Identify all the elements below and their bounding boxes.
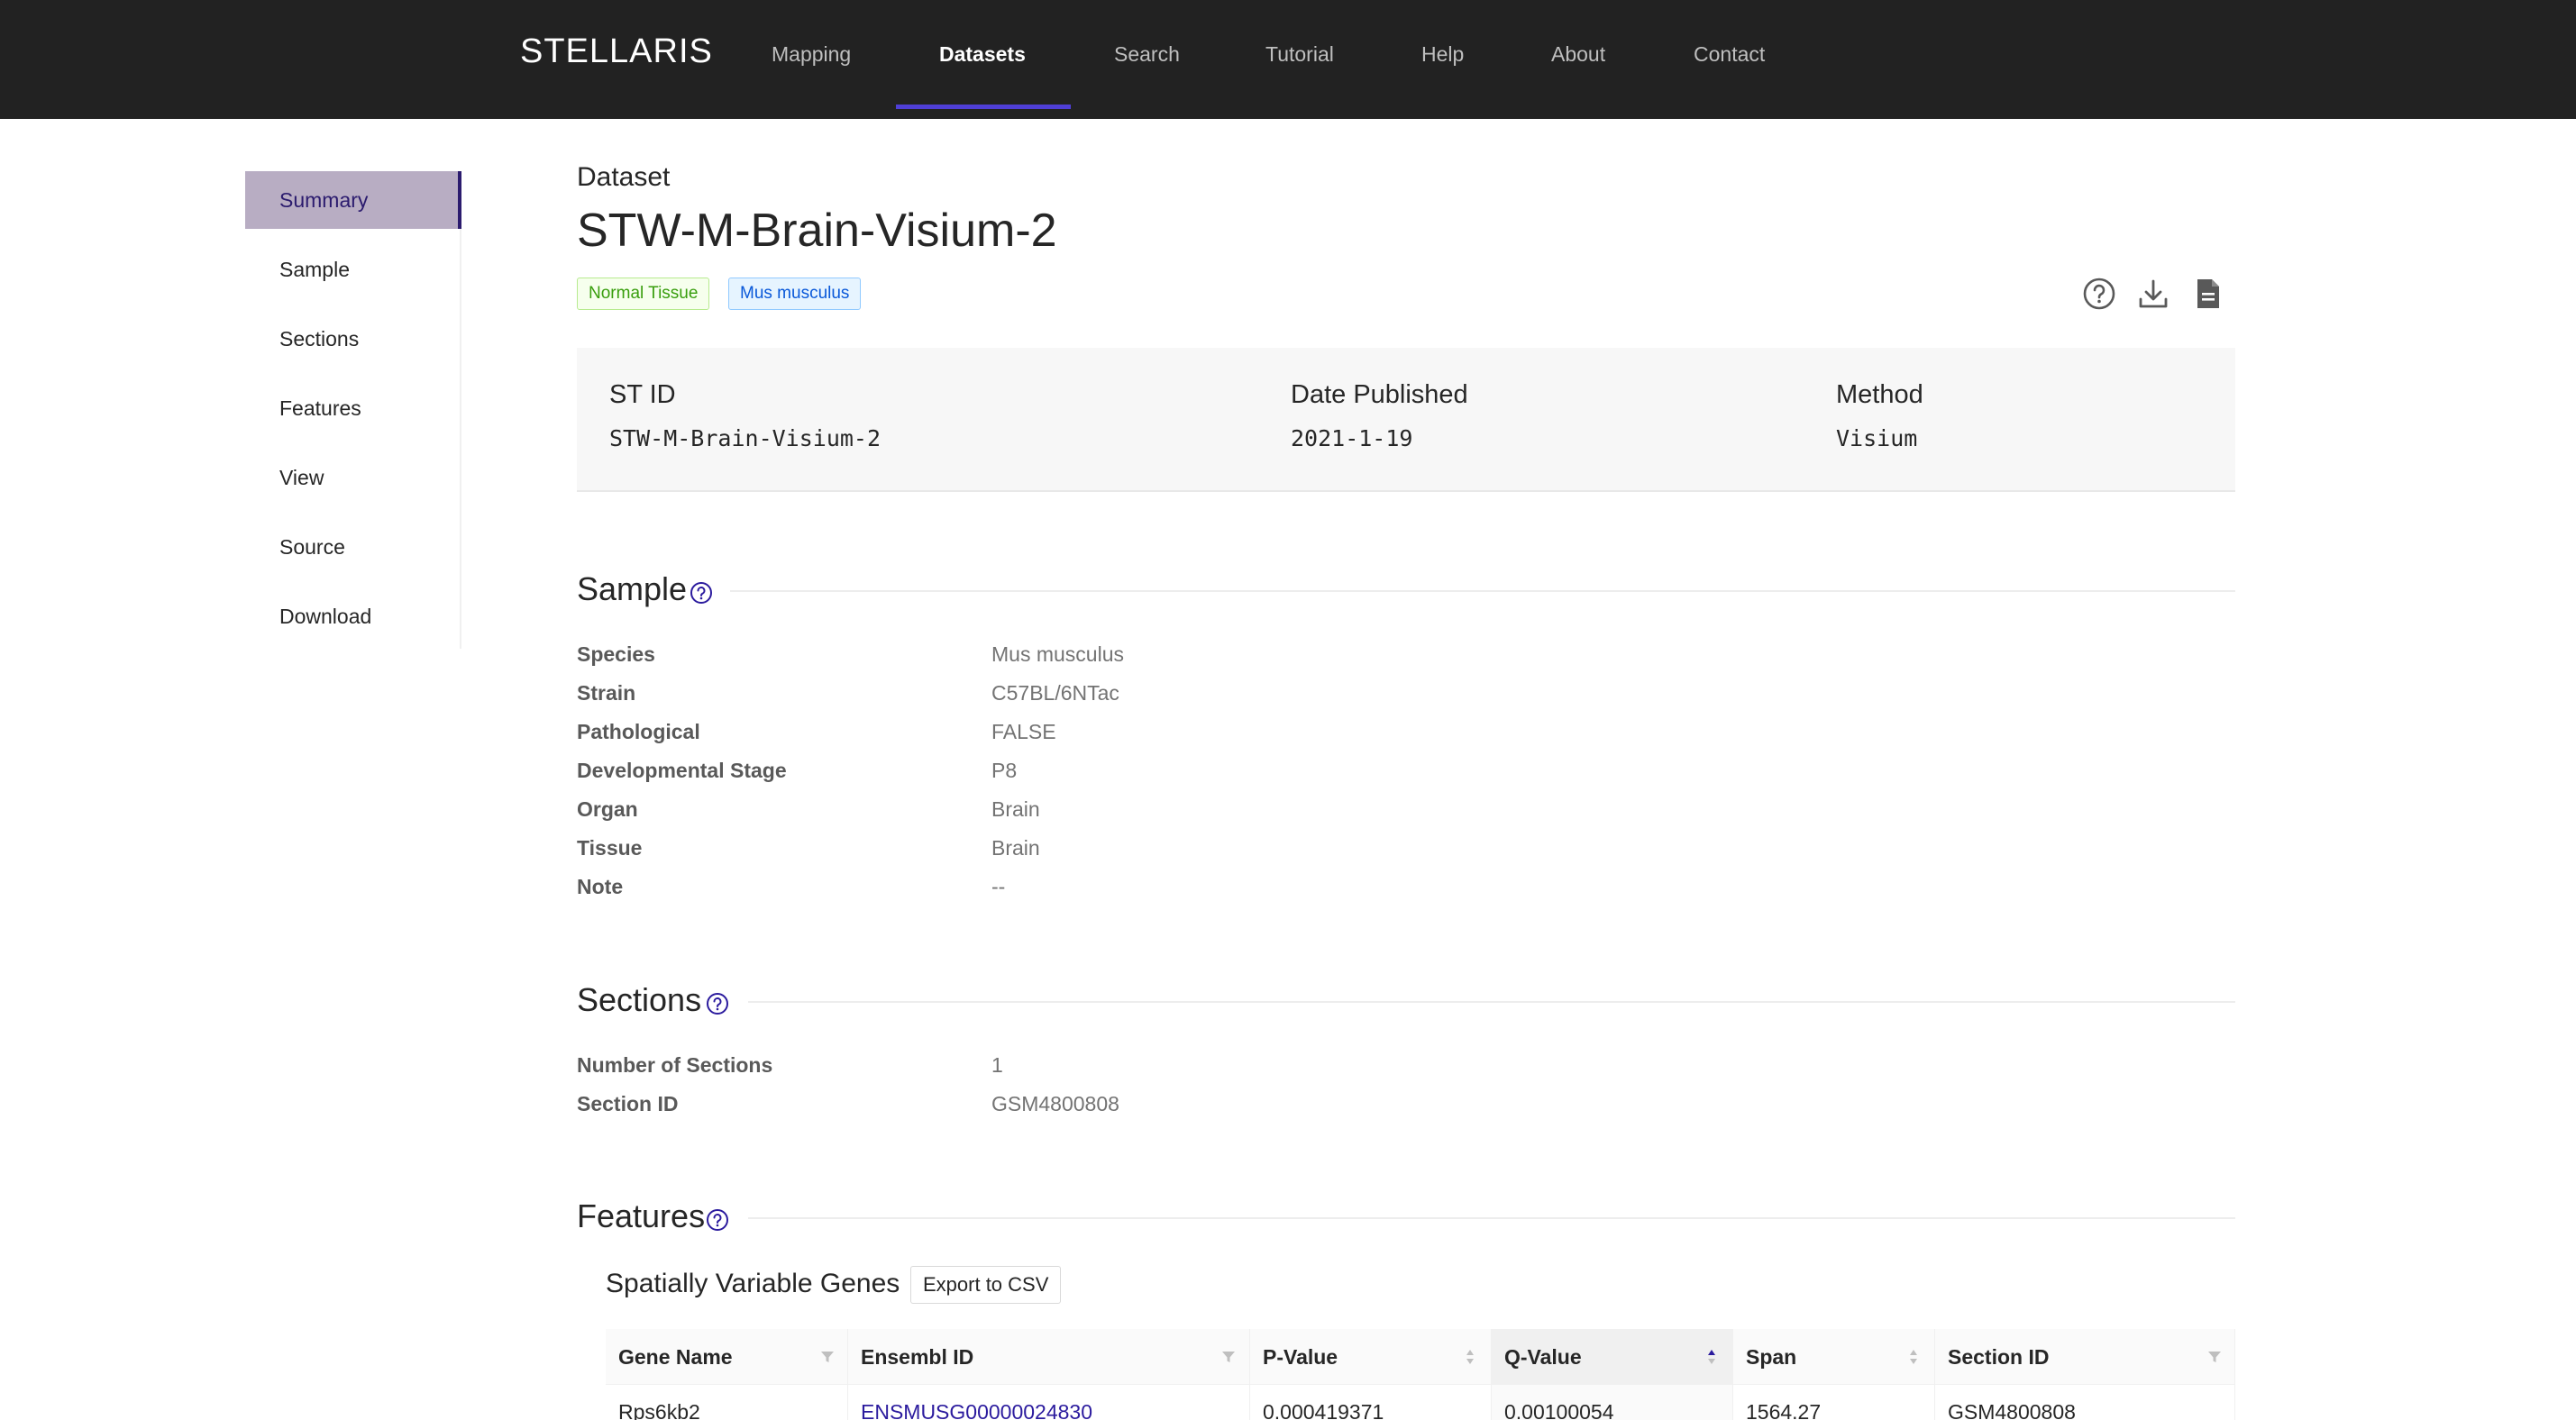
sidebar-item-download[interactable]: Download	[245, 587, 461, 645]
method-label: Method	[1836, 380, 1923, 409]
sort-icon[interactable]	[1905, 1348, 1923, 1366]
date-published-label: Date Published	[1291, 380, 1468, 409]
table-cell-gene-name: Rps6kb2	[606, 1385, 848, 1420]
column-header-section-id[interactable]: Section ID	[1935, 1329, 2235, 1385]
sample-value: Mus musculus	[991, 642, 1124, 666]
file-text-icon[interactable]	[2188, 274, 2228, 314]
sections-heading: Sections	[577, 981, 702, 1018]
date-published-value: 2021-1-19	[1291, 425, 1413, 451]
page-title: STW-M-Brain-Visium-2	[577, 205, 1057, 257]
sample-label: Pathological	[577, 720, 700, 743]
method-value: Visium	[1836, 425, 1918, 451]
sidebar-item-sections[interactable]: Sections	[245, 310, 461, 368]
column-header-q-value[interactable]: Q-Value	[1492, 1329, 1733, 1385]
sidebar-item-summary[interactable]: Summary	[245, 171, 461, 229]
nav-item-about[interactable]: About	[1551, 0, 1605, 119]
side-menu: Summary Sample Sections Features View So…	[245, 171, 461, 649]
sample-label: Developmental Stage	[577, 759, 787, 782]
sample-value: C57BL/6NTac	[991, 681, 1119, 705]
nav-active-indicator	[896, 105, 1071, 109]
sample-value: Brain	[991, 836, 1040, 860]
features-divider	[748, 1217, 2235, 1219]
filter-icon[interactable]	[1219, 1348, 1238, 1366]
filter-icon[interactable]	[2206, 1348, 2224, 1366]
section-id-value: GSM4800808	[991, 1092, 1119, 1115]
section-count-value: 1	[991, 1053, 1003, 1077]
tag-species: Mus musculus	[728, 278, 862, 310]
svg-table-title: Spatially Variable Genes	[606, 1269, 900, 1298]
sort-ascending-icon[interactable]	[1703, 1348, 1721, 1366]
app-logo[interactable]: STELLARIS	[520, 32, 713, 71]
nav-item-contact[interactable]: Contact	[1694, 0, 1765, 119]
nav-item-mapping[interactable]: Mapping	[772, 0, 851, 119]
st-id-value: STW-M-Brain-Visium-2	[609, 425, 882, 451]
sample-label: Organ	[577, 797, 638, 821]
sidebar-item-sample[interactable]: Sample	[245, 241, 461, 298]
section-id-label: Section ID	[577, 1092, 679, 1115]
column-header-gene-name[interactable]: Gene Name	[606, 1329, 848, 1385]
sort-icon[interactable]	[1461, 1348, 1479, 1366]
sample-label: Note	[577, 875, 624, 898]
question-circle-icon[interactable]	[2079, 274, 2119, 314]
sample-label: Tissue	[577, 836, 643, 860]
st-id-label: ST ID	[609, 380, 676, 409]
sections-help-icon[interactable]	[705, 991, 730, 1016]
sample-value: Brain	[991, 797, 1040, 821]
sample-value: FALSE	[991, 720, 1056, 743]
sidebar-item-source[interactable]: Source	[245, 518, 461, 576]
column-header-p-value[interactable]: P-Value	[1250, 1329, 1492, 1385]
dataset-info-card: ST ID STW-M-Brain-Visium-2 Date Publishe…	[577, 348, 2235, 492]
sample-value: P8	[991, 759, 1018, 782]
sidebar-item-features[interactable]: Features	[245, 379, 461, 437]
sample-label: Strain	[577, 681, 636, 705]
table-cell-section-id: GSM4800808	[1935, 1385, 2235, 1420]
features-heading: Features	[577, 1197, 706, 1234]
download-icon[interactable]	[2133, 274, 2173, 314]
sample-help-icon[interactable]	[689, 580, 714, 605]
sample-divider	[730, 590, 2235, 592]
top-navbar: STELLARIS Mapping Datasets Search Tutori…	[0, 0, 2576, 119]
nav-item-datasets[interactable]: Datasets	[939, 0, 1026, 119]
page-kicker: Dataset	[577, 162, 671, 192]
section-count-label: Number of Sections	[577, 1053, 773, 1077]
features-help-icon[interactable]	[705, 1207, 730, 1233]
nav-item-search[interactable]: Search	[1114, 0, 1180, 119]
sections-divider	[748, 1001, 2235, 1003]
table-cell-span: 1564.27	[1733, 1385, 1935, 1420]
sample-heading: Sample	[577, 570, 688, 607]
tag-normal-tissue: Normal Tissue	[577, 278, 710, 310]
ensembl-id-link[interactable]: ENSMUSG00000024830	[861, 1400, 1092, 1420]
sidebar-item-view[interactable]: View	[245, 449, 461, 506]
table-cell-p-value: 0.000419371	[1250, 1385, 1492, 1420]
nav-item-help[interactable]: Help	[1421, 0, 1464, 119]
sample-label: Species	[577, 642, 655, 666]
filter-icon[interactable]	[818, 1348, 836, 1366]
nav-item-tutorial[interactable]: Tutorial	[1265, 0, 1334, 119]
column-header-span[interactable]: Span	[1733, 1329, 1935, 1385]
table-cell-ensembl-id: ENSMUSG00000024830	[848, 1385, 1250, 1420]
sample-value: --	[991, 875, 1006, 898]
column-header-ensembl-id[interactable]: Ensembl ID	[848, 1329, 1250, 1385]
table-cell-q-value: 0.00100054	[1492, 1385, 1733, 1420]
export-csv-button[interactable]: Export to CSV	[910, 1266, 1062, 1304]
